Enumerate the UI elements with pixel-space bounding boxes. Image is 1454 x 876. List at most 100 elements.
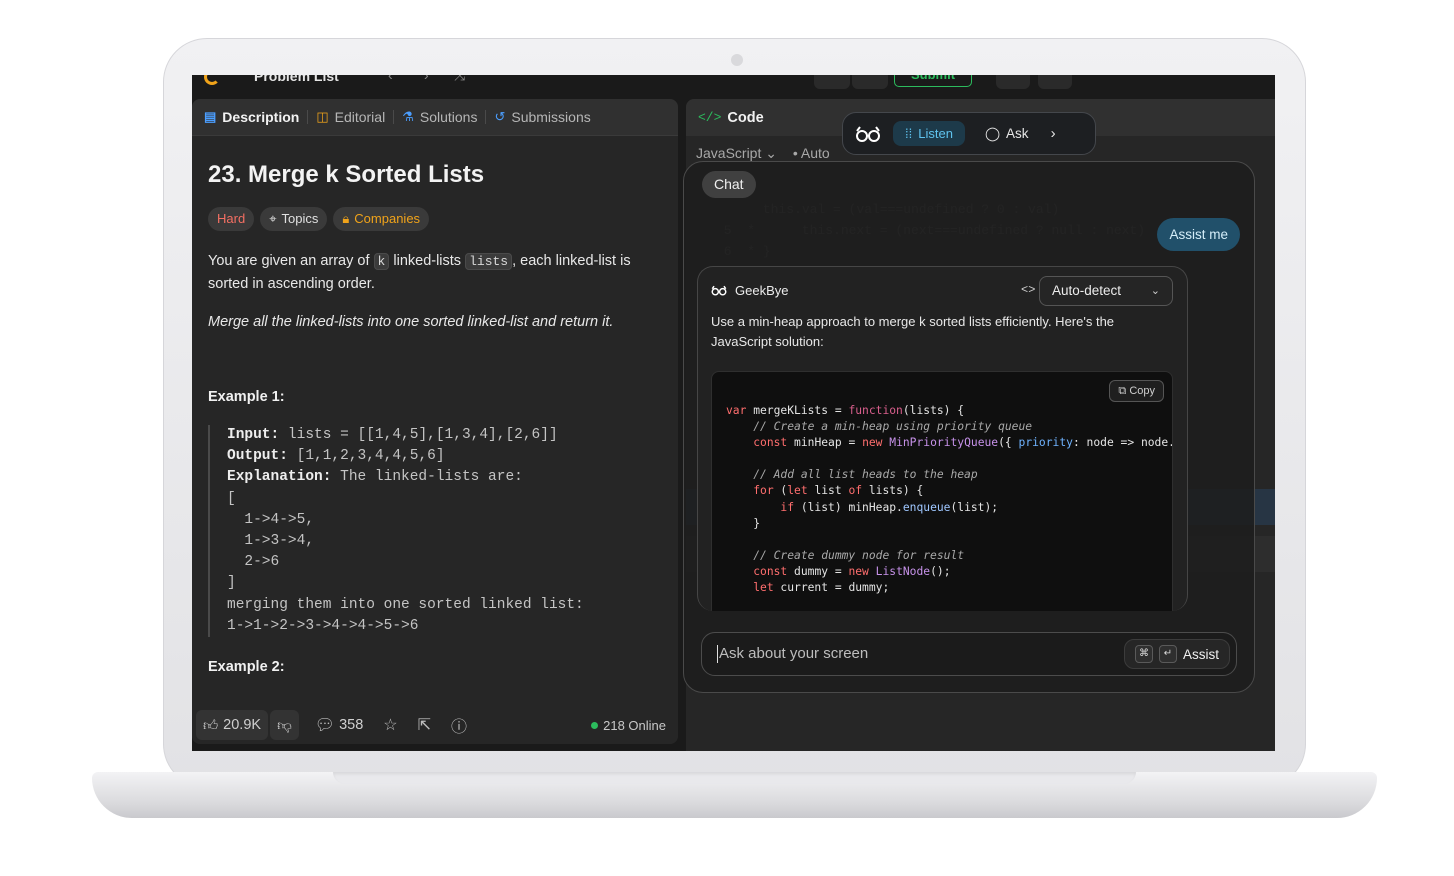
notes-button[interactable] [996,75,1030,89]
assist-button[interactable]: ⌘ ↵ Assist [1123,639,1230,669]
explanation-body: [ 1->4->5, 1->3->4, 2->6 ] merging them … [227,490,584,634]
label: Explanation: [227,469,332,486]
topics-badge[interactable]: ⌖ Topics [260,207,328,231]
code-brackets-icon: <> [1021,283,1036,297]
tab-solutions[interactable]: ⚗ Solutions [402,109,485,125]
assist-me-button[interactable]: Assist me [1157,218,1240,251]
language-dropdown[interactable]: Auto-detect ⌄ [1039,276,1173,306]
history-icon: ↺ [494,109,506,124]
camera [731,54,743,66]
ask-label: Ask [1006,126,1029,141]
comment-icon[interactable]: 💬︎ [315,715,335,735]
answer-text: Use a min-heap approach to merge k sorte… [711,314,1115,349]
code-block: ⧉ Copy var mergeKLists = function(lists)… [711,371,1173,611]
panel-footer: 👍︎ 20.9K 👎︎ 💬︎ 358 ☆ ⇱ ⓘ 218 Online [192,706,678,744]
inline-code: lists [465,253,513,270]
glasses-icon[interactable] [855,124,881,144]
dislike-button[interactable]: 👎︎ [270,710,299,740]
star-icon[interactable]: ☆ [383,715,397,735]
chevron-down-icon[interactable]: ⌄ [765,145,777,161]
chevron-right-icon[interactable]: › [424,75,429,83]
tab-editorial[interactable]: ◫ Editorial [316,109,393,125]
lock-icon: 🔒︎ [342,211,350,226]
copy-button[interactable]: ⧉ Copy [1109,380,1164,402]
thumbs-up-icon: 👍︎ [203,718,219,734]
example-1-heading: Example 1: [208,389,285,405]
debug-button[interactable] [814,75,850,89]
value: The linked-lists are: [331,469,523,486]
shuffle-icon[interactable]: ⤨ [454,75,465,84]
chevron-down-icon: ⌄ [1150,285,1160,297]
problem-task: Merge all the linked-lists into one sort… [208,314,614,330]
listen-label: Listen [918,126,953,141]
assistant-toolbar: ⁞⁞ Listen ◯ Ask › [842,112,1096,155]
problem-title[interactable]: 23. Merge k Sorted Lists [208,161,668,189]
auto-mode[interactable]: Auto [801,145,830,161]
assist-label: Assist [1182,646,1219,662]
ask-button[interactable]: ◯ Ask [985,126,1029,142]
flask-icon: ⚗ [402,109,414,124]
online-dot [591,722,599,729]
problem-list-link[interactable]: Problem List [254,75,339,84]
bullet-icon: • [792,145,798,161]
badge-row: Hard ⌖ Topics 🔒︎ Companies [208,207,668,231]
ai-button[interactable] [1038,75,1072,89]
value: [1,1,2,3,4,4,5,6] [287,448,445,465]
companies-badge[interactable]: 🔒︎ Companies [333,207,430,231]
chevron-left-icon[interactable]: ‹ [388,75,393,83]
desc-text: linked-lists [389,253,466,269]
agent-name: GeekBye [735,283,789,298]
logo-icon[interactable] [204,75,220,85]
tag-icon: ⌖ [269,211,277,226]
help-icon[interactable]: ⓘ [451,713,467,737]
inline-code: k [373,253,390,270]
book-icon: ◫ [316,109,329,124]
run-button[interactable] [852,75,888,89]
divider [393,110,395,124]
label: Output: [227,448,288,465]
submit-button[interactable]: Submit [894,75,972,87]
chat-bubble-icon: ◯ [984,125,1001,141]
tab-label: Submissions [511,109,591,125]
assistant-overlay: Chat Assist me GeekBye <> Auto-detect ⌄ … [683,161,1255,693]
response-card: GeekBye <> Auto-detect ⌄ Use a min-heap … [697,266,1188,611]
top-toolbar: Problem List ‹ › ⤨ Submit [192,75,1275,97]
description-panel: ▤ Description ◫ Editorial ⚗ Solutions ↺ … [192,99,678,744]
code-snippet: var mergeKLists = function(lists) { // C… [726,404,1172,595]
chat-tab[interactable]: Chat [702,171,756,198]
glasses-icon [711,285,727,296]
example-1-block: Input: lists = [[1,4,5],[1,3,4],[2,6]] O… [208,425,668,638]
bars-icon: ⁞⁞ [905,126,913,141]
like-button[interactable]: 👍︎ 20.9K [196,710,269,740]
problem-description: You are given an array of k linked-lists… [208,250,668,295]
comment-count[interactable]: 358 [339,717,363,733]
tab-label: Editorial [334,109,386,125]
ask-placeholder: Ask about your screen [716,645,869,663]
thumbs-down-icon: 👎︎ [277,718,292,734]
tab-label: Description [222,109,300,125]
chevron-right-icon[interactable]: › [1051,125,1056,142]
online-status: 218 Online [591,718,666,733]
share-icon[interactable]: ⇱ [418,715,431,735]
topics-label: Topics [281,211,319,226]
copy-label: Copy [1129,385,1155,397]
language-select[interactable]: JavaScript [696,145,761,161]
tab-submissions[interactable]: ↺ Submissions [494,109,598,125]
problem-content: 23. Merge k Sorted Lists Hard ⌖ Topics 🔒… [208,161,668,675]
like-count: 20.9K [223,717,262,733]
label: Input: [227,427,280,443]
code-title: Code [727,109,764,126]
laptop-notch [333,772,1136,784]
language-row: JavaScript ⌄ • Auto [696,145,830,162]
laptop-mockup: Problem List ‹ › ⤨ Submit ▤ Description … [0,0,1454,876]
listen-button[interactable]: ⁞⁞ Listen [893,121,965,146]
tab-description[interactable]: ▤ Description [204,109,307,125]
enter-key-icon: ↵ [1158,645,1177,663]
value: lists = [[1,4,5],[1,3,4],[2,6]] [279,427,558,443]
tab-label: Solutions [419,109,478,125]
agent-header: GeekBye [711,283,788,298]
companies-label: Companies [354,211,421,226]
ask-input[interactable]: Ask about your screen ⌘ ↵ Assist [701,632,1237,676]
divider [307,110,309,124]
copy-icon: ⧉ [1118,385,1127,397]
